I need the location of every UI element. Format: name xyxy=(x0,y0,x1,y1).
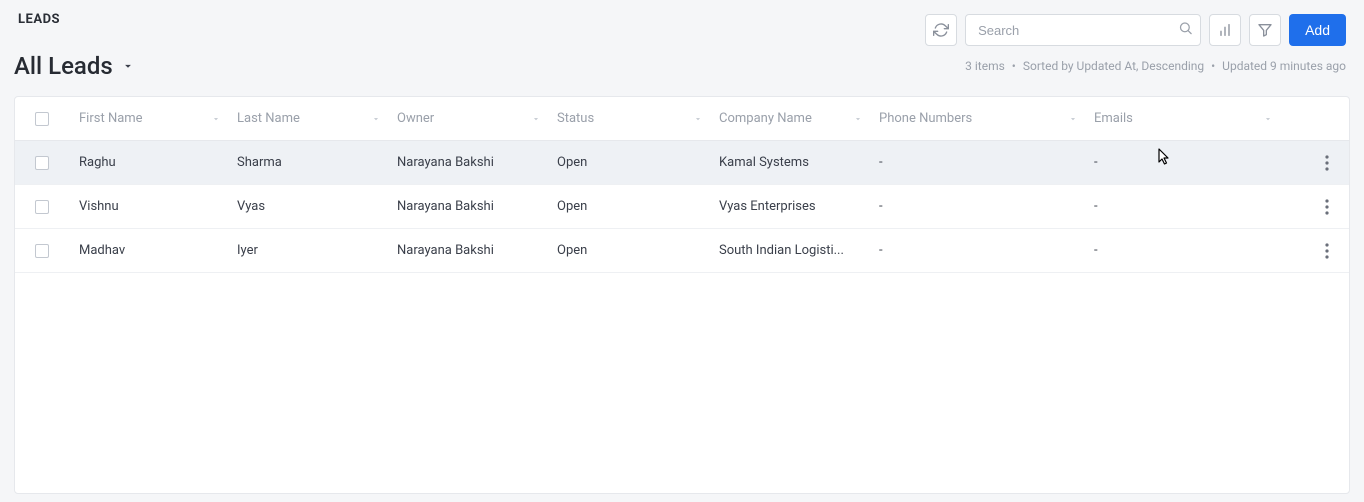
cell-phone: - xyxy=(879,155,1078,170)
bar-chart-icon xyxy=(1217,22,1233,38)
cell-lastname: Vyas xyxy=(237,199,381,214)
column-header-firstname[interactable]: First Name xyxy=(69,111,229,126)
chart-button[interactable] xyxy=(1209,14,1241,46)
table-header: First Name Last Name Owner Status Compan… xyxy=(15,97,1349,141)
table-row[interactable]: Vishnu Vyas Narayana Bakshi Open Vyas En… xyxy=(15,185,1349,229)
search-field[interactable] xyxy=(965,14,1201,46)
sort-caret-icon xyxy=(1068,114,1078,124)
cell-owner: Narayana Bakshi xyxy=(397,155,541,170)
cell-phone: - xyxy=(879,199,1078,214)
cell-emails: - xyxy=(1094,199,1273,214)
column-label: Emails xyxy=(1094,111,1257,126)
column-label: Phone Numbers xyxy=(879,111,1062,126)
column-header-status[interactable]: Status xyxy=(549,111,711,126)
status-line: 3 items • Sorted by Updated At, Descendi… xyxy=(965,59,1346,73)
column-header-emails[interactable]: Emails xyxy=(1086,111,1281,126)
separator: • xyxy=(1012,59,1016,73)
column-label: Company Name xyxy=(719,111,847,126)
row-checkbox[interactable] xyxy=(35,244,49,258)
status-sorted: Sorted by Updated At, Descending xyxy=(1023,59,1204,73)
view-label: All Leads xyxy=(14,52,113,80)
leads-table: First Name Last Name Owner Status Compan… xyxy=(14,96,1350,494)
separator: • xyxy=(1211,59,1215,73)
column-header-lastname[interactable]: Last Name xyxy=(229,111,389,126)
row-actions-menu[interactable] xyxy=(1321,195,1333,219)
refresh-icon xyxy=(933,22,949,38)
cell-owner: Narayana Bakshi xyxy=(397,243,541,258)
cell-firstname: Vishnu xyxy=(79,199,221,214)
column-header-phone[interactable]: Phone Numbers xyxy=(871,111,1086,126)
cell-firstname: Raghu xyxy=(79,155,221,170)
cell-emails: - xyxy=(1094,155,1273,170)
cell-owner: Narayana Bakshi xyxy=(397,199,541,214)
cell-phone: - xyxy=(879,243,1078,258)
row-actions-menu[interactable] xyxy=(1321,239,1333,263)
filter-icon xyxy=(1257,22,1273,38)
cell-firstname: Madhav xyxy=(79,243,221,258)
cell-company: Kamal Systems xyxy=(719,155,863,170)
row-checkbox[interactable] xyxy=(35,156,49,170)
sort-caret-icon xyxy=(693,114,703,124)
cell-lastname: Sharma xyxy=(237,155,381,170)
filter-button[interactable] xyxy=(1249,14,1281,46)
status-updated: Updated 9 minutes ago xyxy=(1222,59,1346,73)
column-label: Status xyxy=(557,111,687,126)
row-checkbox[interactable] xyxy=(35,200,49,214)
view-dropdown[interactable]: All Leads xyxy=(14,52,135,80)
table-row[interactable]: Madhav Iyer Narayana Bakshi Open South I… xyxy=(15,229,1349,273)
search-input[interactable] xyxy=(965,14,1201,46)
cell-emails: - xyxy=(1094,243,1273,258)
select-all-checkbox[interactable] xyxy=(35,112,49,126)
cell-status: Open xyxy=(557,243,703,258)
row-actions-menu[interactable] xyxy=(1321,151,1333,175)
cell-company: Vyas Enterprises xyxy=(719,199,863,214)
cell-company: South Indian Logisti... xyxy=(719,243,863,258)
sort-caret-icon xyxy=(211,114,221,124)
refresh-button[interactable] xyxy=(925,14,957,46)
cell-lastname: Iyer xyxy=(237,243,381,258)
column-label: Last Name xyxy=(237,111,365,126)
page-title: LEADS xyxy=(18,12,925,27)
column-header-owner[interactable]: Owner xyxy=(389,111,549,126)
sort-caret-icon xyxy=(531,114,541,124)
add-button[interactable]: Add xyxy=(1289,14,1346,46)
caret-down-icon xyxy=(121,59,135,73)
column-label: First Name xyxy=(79,111,205,126)
sort-caret-icon xyxy=(853,114,863,124)
column-label: Owner xyxy=(397,111,525,126)
sort-caret-icon xyxy=(371,114,381,124)
table-row[interactable]: Raghu Sharma Narayana Bakshi Open Kamal … xyxy=(15,141,1349,185)
status-items: 3 items xyxy=(965,59,1005,73)
cell-status: Open xyxy=(557,155,703,170)
sort-caret-icon xyxy=(1263,114,1273,124)
cell-status: Open xyxy=(557,199,703,214)
column-header-company[interactable]: Company Name xyxy=(711,111,871,126)
